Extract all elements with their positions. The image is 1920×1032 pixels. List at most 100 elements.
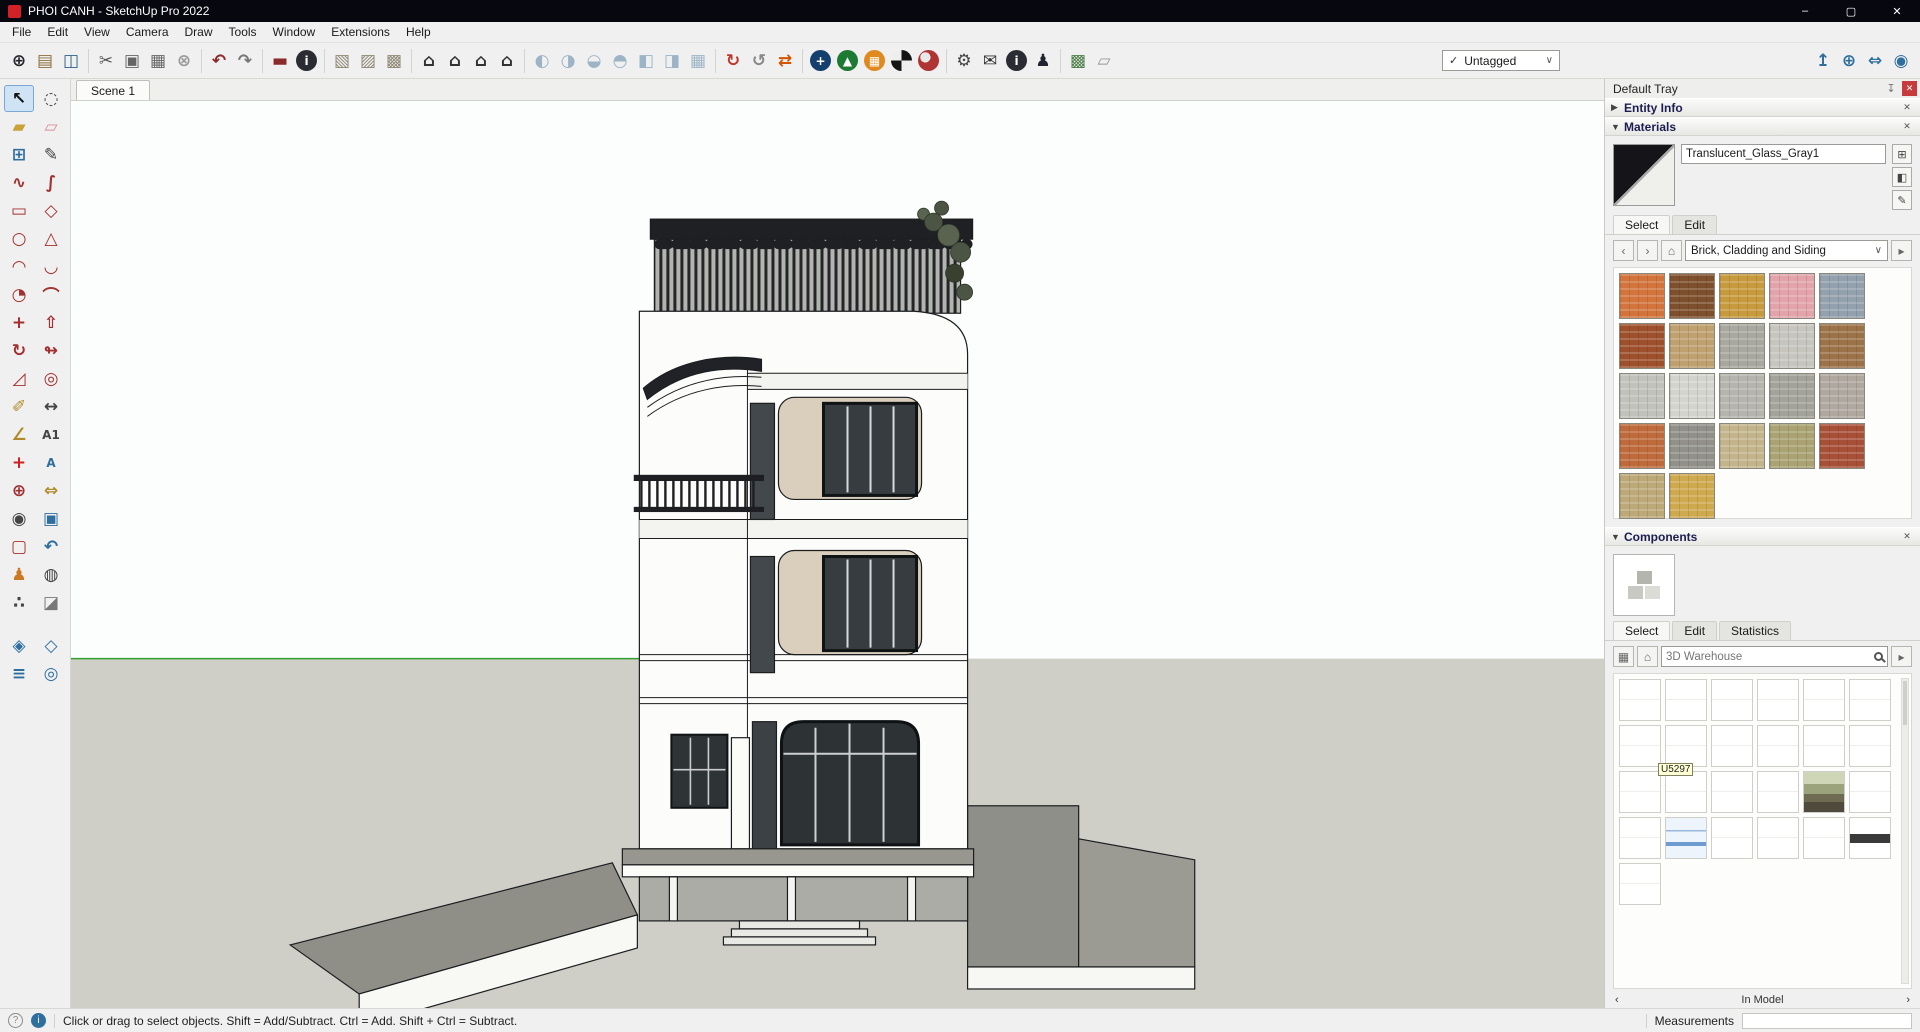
material-swatch[interactable] [1619, 423, 1665, 469]
component-thumbnail[interactable] [1849, 679, 1891, 721]
rotated-rectangle-icon[interactable]: ◇ [36, 197, 66, 224]
extension-tool-4-icon[interactable]: ◎ [36, 660, 66, 687]
material-swatch[interactable] [1769, 273, 1815, 319]
solid-tool-4-icon[interactable]: ◓ [607, 48, 633, 74]
component-thumbnail[interactable] [1619, 817, 1661, 859]
menu-help[interactable]: Help [398, 23, 439, 41]
arc-icon[interactable]: ◠ [4, 253, 34, 280]
extension-tool-3-icon[interactable]: ≡ [4, 660, 34, 687]
panel-close-button[interactable]: ✕ [1900, 530, 1914, 544]
toggle-terrain-icon[interactable]: ▲ [837, 50, 858, 71]
material-swatch[interactable] [1819, 273, 1865, 319]
component-thumbnail[interactable] [1711, 817, 1753, 859]
freehand-icon[interactable]: ∿ [4, 169, 34, 196]
preferences-icon[interactable]: ⚙ [951, 48, 977, 74]
move-icon[interactable]: + [4, 309, 34, 336]
menu-file[interactable]: File [4, 23, 39, 41]
offset-icon[interactable]: ◎ [36, 365, 66, 392]
material-swatch[interactable] [1669, 373, 1715, 419]
component-thumbnail[interactable] [1803, 771, 1845, 813]
email-icon[interactable]: ✉ [977, 48, 1003, 74]
house-4-icon[interactable]: ⌂ [494, 48, 520, 74]
extension-tool-1-icon[interactable]: ◈ [4, 632, 34, 659]
make-component-icon[interactable]: ⊞ [4, 141, 34, 168]
sample-paint-button[interactable]: ✎ [1892, 190, 1912, 210]
arc-segment-icon[interactable]: ∫ [36, 169, 66, 196]
forward-button[interactable]: › [1637, 240, 1658, 261]
rotate-icon[interactable]: ↻ [4, 337, 34, 364]
protractor-icon[interactable]: ∠ [4, 421, 34, 448]
previous-view-icon[interactable]: ↶ [36, 533, 66, 560]
solid-tool-1-icon[interactable]: ◐ [529, 48, 555, 74]
entity-info-header[interactable]: ▶ Entity Info ✕ [1605, 98, 1920, 117]
material-name-field[interactable]: Translucent_Glass_Gray1 [1681, 144, 1886, 164]
component-thumbnail[interactable] [1619, 863, 1661, 905]
material-swatch[interactable] [1719, 373, 1765, 419]
material-swatch[interactable] [1719, 273, 1765, 319]
tape-measure-icon[interactable]: ✐ [4, 393, 34, 420]
user-account-icon[interactable]: ♟ [1030, 48, 1056, 74]
search-icon[interactable] [1874, 652, 1883, 661]
house-1-icon[interactable]: ⌂ [416, 48, 442, 74]
material-swatch[interactable] [1669, 323, 1715, 369]
tab-edit[interactable]: Edit [1672, 215, 1717, 234]
nav-left-icon[interactable]: ‹ [1615, 994, 1619, 1006]
look-around-icon[interactable]: ◍ [36, 561, 66, 588]
solid-tool-3-icon[interactable]: ◒ [581, 48, 607, 74]
orbit-nav-icon[interactable]: ⊕ [1836, 48, 1862, 74]
zoom-icon[interactable]: ◉ [4, 505, 34, 532]
material-swatch[interactable] [1819, 373, 1865, 419]
nav-right-icon[interactable]: › [1906, 994, 1910, 1006]
menu-extensions[interactable]: Extensions [323, 23, 398, 41]
refresh-import-icon[interactable]: ↻ [720, 48, 746, 74]
details-button[interactable]: ▸ [1891, 240, 1912, 261]
close-button[interactable]: ✕ [1874, 0, 1920, 22]
components-scrollbar[interactable] [1901, 678, 1909, 984]
3d-text-icon[interactable]: A [36, 449, 66, 476]
component-thumbnail[interactable] [1803, 679, 1845, 721]
menu-edit[interactable]: Edit [39, 23, 76, 41]
pan-nav-icon[interactable]: ⇔ [1862, 48, 1888, 74]
refresh-export-icon[interactable]: ↺ [746, 48, 772, 74]
solids-box-1-icon[interactable]: ▧ [329, 48, 355, 74]
component-thumbnail[interactable] [1665, 725, 1707, 767]
cut-icon[interactable]: ✂ [93, 48, 119, 74]
minimize-button[interactable]: – [1782, 0, 1828, 22]
menu-tools[interactable]: Tools [221, 23, 265, 41]
material-swatch[interactable] [1619, 473, 1665, 519]
lasso-tool-icon[interactable]: ◌ [36, 85, 66, 112]
landscape-icon[interactable]: ▩ [1065, 48, 1091, 74]
copy-icon[interactable]: ▣ [119, 48, 145, 74]
globe-icon[interactable] [918, 50, 939, 71]
material-swatch[interactable] [1769, 423, 1815, 469]
zoom-nav-icon[interactable]: ◉ [1888, 48, 1914, 74]
component-thumbnail[interactable] [1757, 679, 1799, 721]
solid-tool-6-icon[interactable]: ◨ [659, 48, 685, 74]
material-swatch[interactable] [1619, 323, 1665, 369]
maximize-button[interactable]: ▢ [1828, 0, 1874, 22]
menu-window[interactable]: Window [265, 23, 324, 41]
component-thumbnail[interactable] [1849, 771, 1891, 813]
line-tool-icon[interactable]: ✎ [36, 141, 66, 168]
photo-textures-icon[interactable]: ▦ [864, 50, 885, 71]
material-swatch[interactable] [1819, 323, 1865, 369]
rectangle-icon[interactable]: ▭ [4, 197, 34, 224]
tab-select[interactable]: Select [1613, 215, 1670, 234]
component-thumbnail[interactable] [1849, 817, 1891, 859]
secondary-pane-button[interactable]: ◧ [1892, 167, 1912, 187]
info-icon[interactable]: i [31, 1013, 46, 1028]
position-camera-icon[interactable]: ♟ [4, 561, 34, 588]
component-preview[interactable] [1613, 554, 1675, 616]
viewport-canvas[interactable] [71, 101, 1604, 1008]
component-thumbnail[interactable] [1665, 817, 1707, 859]
new-model-icon[interactable]: ⊕ [6, 48, 32, 74]
push-pull-icon[interactable]: ⇧ [36, 309, 66, 336]
zoom-extents-icon[interactable]: ▢ [4, 533, 34, 560]
walk-icon[interactable]: ∴ [4, 589, 34, 616]
measurements-input[interactable] [1742, 1013, 1912, 1029]
component-thumbnail[interactable] [1803, 725, 1845, 767]
instructor-icon[interactable]: i [1006, 50, 1027, 71]
text-tool-icon[interactable]: A1 [36, 421, 66, 448]
material-swatch[interactable] [1619, 373, 1665, 419]
view-options-button[interactable]: ▦ [1613, 646, 1634, 667]
